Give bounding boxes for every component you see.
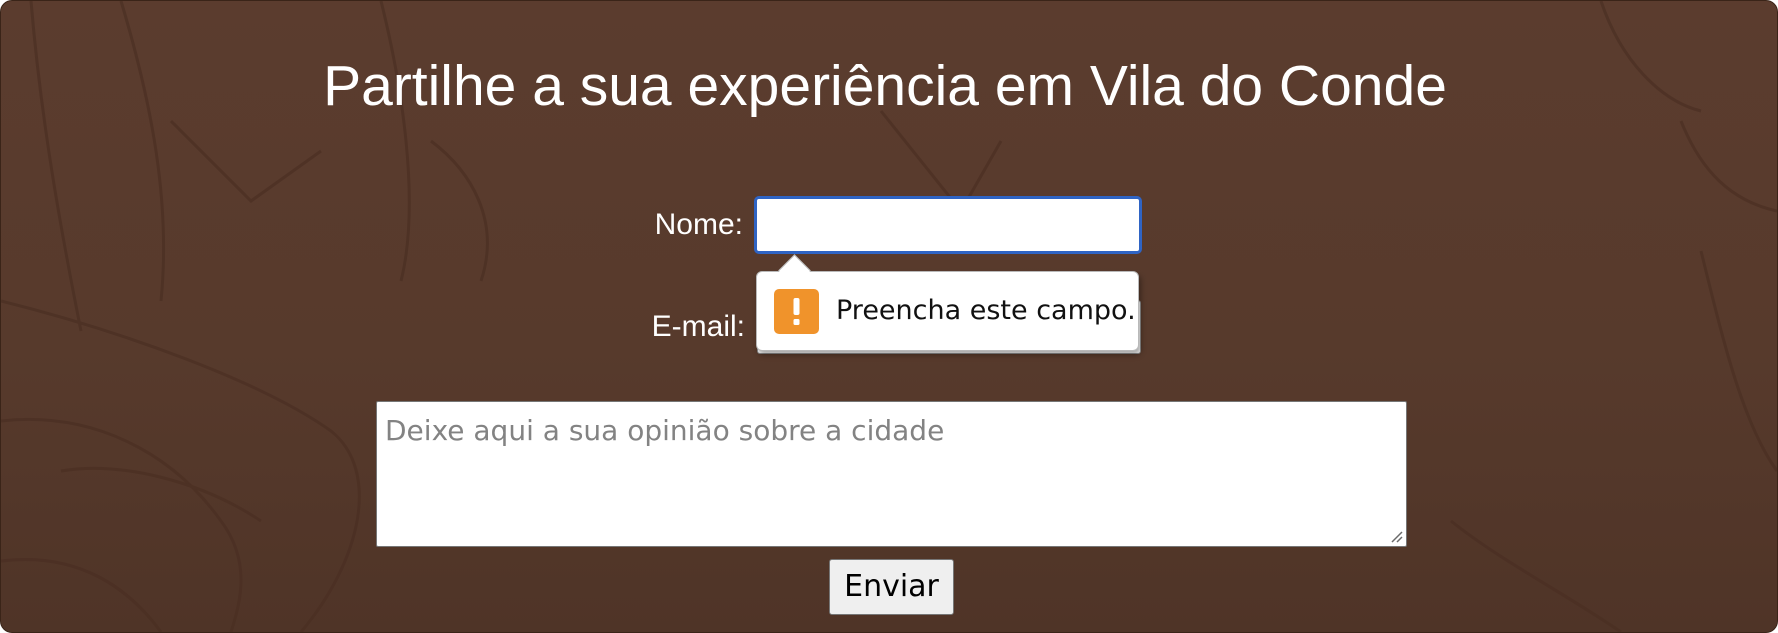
opinion-textarea[interactable]: Deixe aqui a sua opinião sobre a cidade [376,401,1407,547]
resize-grip-icon[interactable] [1389,529,1403,543]
validation-message: Preencha este campo. [836,295,1136,326]
submit-button[interactable]: Enviar [829,559,954,615]
opinion-placeholder: Deixe aqui a sua opinião sobre a cidade [385,414,945,447]
feedback-panel: Partilhe a sua experiência em Vila do Co… [0,0,1778,633]
validation-tooltip: Preencha este campo. [756,254,1139,351]
name-label: Nome: [654,208,743,241]
tooltip-arrow [778,254,811,287]
name-input[interactable] [754,196,1142,254]
page-title: Partilhe a sua experiência em Vila do Co… [323,54,1447,118]
warning-icon [774,289,819,334]
email-label: E-mail: [651,310,745,343]
